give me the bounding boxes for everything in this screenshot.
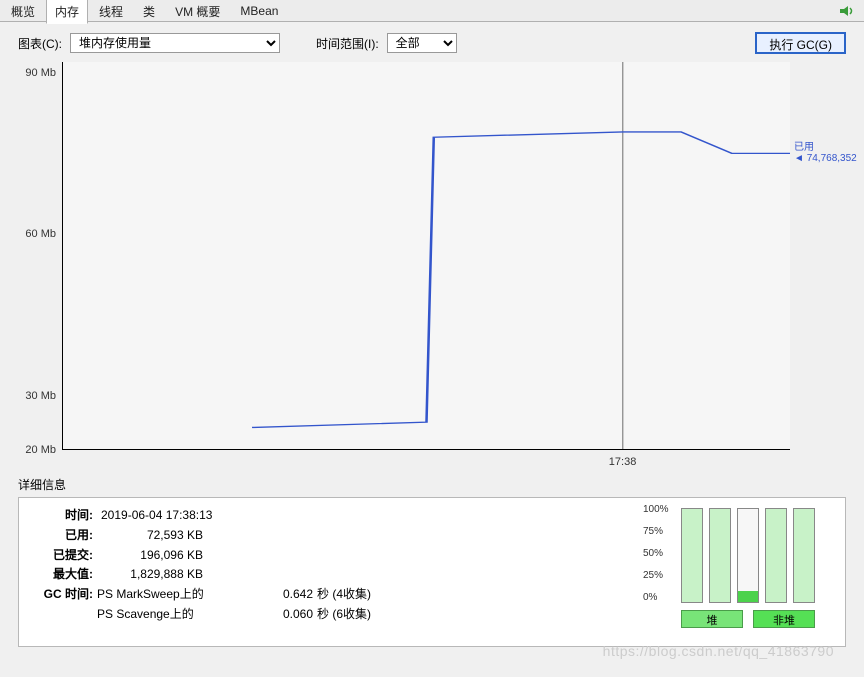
kv-max-val: 1,829,888 KB — [97, 565, 207, 585]
memory-pool-bars: 100% 75% 50% 25% 0% 堆 非堆 — [643, 506, 833, 638]
connection-status-icon — [840, 5, 856, 17]
details-title: 详细信息 — [18, 476, 846, 493]
y-tick: 60 Mb — [25, 228, 56, 240]
kv-time-val: 2019-06-04 17:38:13 — [97, 506, 212, 526]
gc-sec-1: 0.060 — [243, 605, 313, 625]
gc-src-0: PS MarkSweep上的 — [93, 585, 243, 605]
pct-tick: 50% — [643, 548, 663, 559]
tab-mbean[interactable]: MBean — [231, 0, 287, 21]
time-range-label: 时间范围(I): — [316, 35, 379, 52]
chart-svg — [63, 62, 790, 449]
kv-committed-key: 已提交: — [31, 546, 93, 566]
memory-pool-bar[interactable] — [709, 508, 731, 603]
chart-select[interactable]: 堆内存使用量 — [70, 33, 280, 53]
chart-plot[interactable] — [62, 62, 790, 450]
pool-heap-button[interactable]: 堆 — [681, 610, 743, 628]
tab-overview[interactable]: 概览 — [2, 0, 44, 23]
kv-used-key: 已用: — [31, 526, 93, 546]
memory-pool-bar[interactable] — [737, 508, 759, 603]
controls-row: 图表(C): 堆内存使用量 时间范围(I): 全部 执行 GC(G) — [0, 22, 864, 60]
kv-committed-val: 196,096 KB — [97, 546, 207, 566]
chart-area: 90 Mb 60 Mb 30 Mb 20 Mb 17:38 已用 ◄ 74,76… — [18, 60, 846, 470]
tab-classes[interactable]: 类 — [134, 0, 164, 23]
tab-memory[interactable]: 内存 — [46, 0, 88, 24]
kv-time-key: 时间: — [31, 506, 93, 526]
y-tick: 30 Mb — [25, 390, 56, 402]
gc-src-1: PS Scavenge上的 — [93, 605, 243, 625]
kv-used-val: 72,593 KB — [97, 526, 207, 546]
chart-select-label: 图表(C): — [18, 35, 62, 52]
pct-tick: 75% — [643, 526, 663, 537]
tab-bar: 概览 内存 线程 类 VM 概要 MBean — [0, 0, 864, 22]
tab-vm-summary[interactable]: VM 概要 — [166, 0, 229, 23]
gc-coll-0: 秒 (4收集) — [313, 585, 371, 605]
gc-coll-1: 秒 (6收集) — [313, 605, 371, 625]
pool-nonheap-button[interactable]: 非堆 — [753, 610, 815, 628]
memory-pool-bar[interactable] — [765, 508, 787, 603]
time-range-select[interactable]: 全部 — [387, 33, 457, 53]
perform-gc-button[interactable]: 执行 GC(G) — [755, 32, 846, 54]
kv-gc-key: GC 时间: — [31, 585, 93, 605]
gc-sec-0: 0.642 — [243, 585, 313, 605]
pct-tick: 0% — [643, 592, 657, 603]
details-kv-area: 时间: 2019-06-04 17:38:13 已用: 72,593 KB 已提… — [31, 506, 633, 638]
x-tick: 17:38 — [609, 456, 637, 468]
y-tick: 20 Mb — [25, 444, 56, 456]
details-box: 时间: 2019-06-04 17:38:13 已用: 72,593 KB 已提… — [18, 497, 846, 647]
memory-pool-bar[interactable] — [793, 508, 815, 603]
series-end-label: 已用 ◄ 74,768,352 — [794, 142, 857, 164]
kv-max-key: 最大值: — [31, 565, 93, 585]
pct-tick: 100% — [643, 504, 669, 515]
y-tick: 90 Mb — [25, 67, 56, 79]
pct-tick: 25% — [643, 570, 663, 581]
tab-threads[interactable]: 线程 — [90, 0, 132, 23]
memory-pool-bar[interactable] — [681, 508, 703, 603]
